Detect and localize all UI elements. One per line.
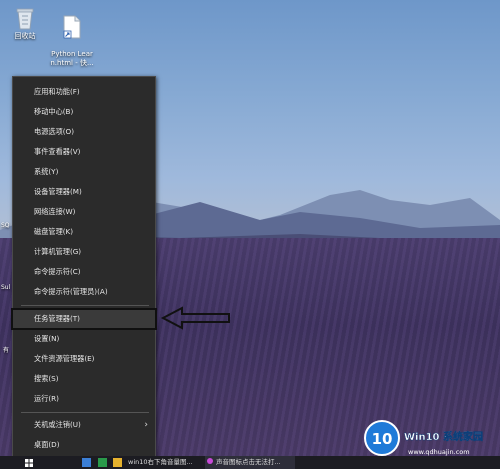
desktop-icon-peek-label: Sul [1,284,11,291]
win10-watermark: 10 Win10 系统家园 www.qdhuajin.com [364,412,494,464]
menu-item-desktop[interactable]: 桌面(D) [13,436,155,454]
html-file-shortcut-icon [63,15,81,39]
menu-item-event-viewer[interactable]: 事件查看器(V) [13,143,155,161]
recycle-bin-icon [16,8,34,30]
shutdown-label: 关机或注销(U) [34,420,81,429]
menu-item-file-explorer[interactable]: 文件资源管理器(E) [13,350,155,368]
browser-icon [207,458,213,464]
python-learn-label: Python Lear n.html - 快... [50,50,94,67]
taskbar-app-icon[interactable] [82,458,91,467]
menu-item-power-options[interactable]: 电源选项(O) [13,123,155,141]
menu-item-settings[interactable]: 设置(N) [13,330,155,348]
taskbar-app-icon[interactable] [113,458,122,467]
menu-item-network-connections[interactable]: 网络连接(W) [13,203,155,221]
menu-item-run[interactable]: 运行(R) [13,390,155,408]
winx-context-menu: 应用和功能(F) 移动中心(B) 电源选项(O) 事件查看器(V) 系统(Y) … [11,76,157,458]
taskbar-window-title: 声音图标点击无法打... [216,458,281,466]
watermark-logo-text: 10 [372,430,393,448]
taskbar-window-title: win10右下角音量图... [128,458,192,466]
watermark-brand-text: Win10 系统家园 [404,430,483,443]
menu-separator [21,305,149,306]
menu-item-command-prompt-admin[interactable]: 命令提示符(管理员)(A) [13,283,155,301]
submenu-chevron-icon: › [144,420,148,430]
desktop-icon-peek-label: SQ [1,222,10,229]
menu-item-search[interactable]: 搜索(S) [13,370,155,388]
menu-separator [21,412,149,413]
desktop-icon-python-learn-shortcut[interactable]: Python Lear n.html - 快... [42,6,102,68]
menu-item-task-manager[interactable]: 任务管理器(T) [11,308,157,330]
recycle-bin-label: 回收站 [14,32,36,40]
taskbar-window-sound-icon-article[interactable]: 声音图标点击无法打... [205,456,295,469]
menu-item-command-prompt[interactable]: 命令提示符(C) [13,263,155,281]
menu-item-disk-management[interactable]: 磁盘管理(K) [13,223,155,241]
desktop-icon-peek-label: 有 [3,347,10,354]
pointer-arrow-icon [160,306,230,330]
watermark-url-text: www.qdhuajin.com [408,448,470,456]
menu-item-shutdown-or-signout[interactable]: 关机或注销(U) › [13,416,155,434]
menu-item-system[interactable]: 系统(Y) [13,163,155,181]
win10-logo-watermark: 10 Win10 系统家园 www.qdhuajin.com [364,420,483,456]
taskbar-app-icon[interactable] [98,458,107,467]
menu-item-device-manager[interactable]: 设备管理器(M) [13,183,155,201]
menu-item-mobility-center[interactable]: 移动中心(B) [13,103,155,121]
taskbar-window-volume-article[interactable]: win10右下角音量图... [128,456,192,469]
menu-item-apps-and-features[interactable]: 应用和功能(F) [13,83,155,101]
menu-item-computer-management[interactable]: 计算机管理(G) [13,243,155,261]
windows-start-icon[interactable] [25,459,33,467]
